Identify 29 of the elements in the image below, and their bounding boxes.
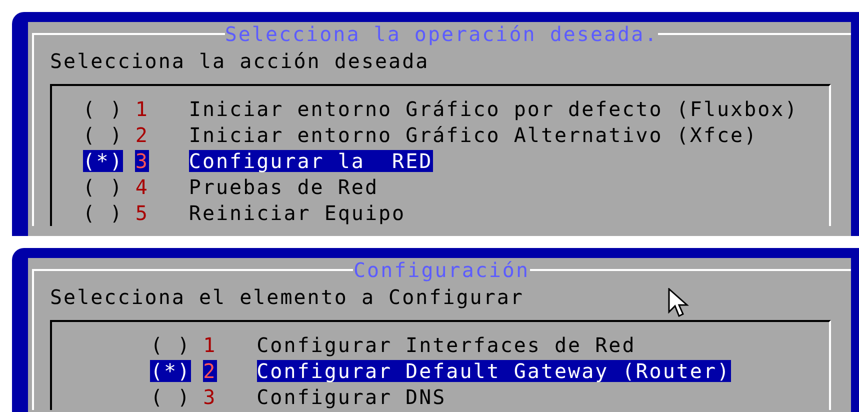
- option-number: 1: [203, 334, 217, 356]
- radio-button[interactable]: ( ): [82, 202, 124, 224]
- option-number: 2: [203, 360, 217, 382]
- option-number: 4: [135, 176, 149, 198]
- menu-option[interactable]: Iniciar entorno Gráfico por defecto (Fluxbox): [188, 98, 798, 120]
- dialog-prompt: Selecciona la acción deseada: [50, 48, 430, 74]
- radio-button[interactable]: ( ): [82, 176, 124, 198]
- option-number: 2: [135, 124, 149, 146]
- menu-option[interactable]: Iniciar entorno Gráfico Alternativo (Xfce): [188, 124, 758, 146]
- radio-button[interactable]: (*): [82, 150, 124, 172]
- radio-button[interactable]: ( ): [82, 98, 124, 120]
- menu-option[interactable]: Pruebas de Red: [188, 176, 378, 198]
- menu-option[interactable]: Configurar DNS: [256, 386, 446, 408]
- radio-button[interactable]: (*): [150, 360, 192, 382]
- menu-option[interactable]: Reiniciar Equipo: [188, 202, 406, 224]
- dialog-title: Selecciona la operación deseada.: [224, 22, 658, 46]
- radio-button[interactable]: ( ): [150, 386, 192, 408]
- option-number: 1: [135, 98, 149, 120]
- menu-option[interactable]: Configurar Interfaces de Red: [256, 334, 636, 356]
- option-number: 5: [135, 202, 149, 224]
- radio-button[interactable]: ( ): [82, 124, 124, 146]
- menu-option[interactable]: Configurar Default Gateway (Router): [256, 360, 731, 382]
- radio-button[interactable]: ( ): [150, 334, 192, 356]
- mouse-pointer-icon: [668, 288, 690, 318]
- dialog-prompt: Selecciona el elemento a Configurar: [50, 284, 524, 310]
- dialog-title: Configuración: [353, 258, 530, 282]
- option-number: 3: [135, 150, 149, 172]
- option-number: 3: [203, 386, 217, 408]
- menu-option[interactable]: Configurar la RED: [188, 150, 433, 172]
